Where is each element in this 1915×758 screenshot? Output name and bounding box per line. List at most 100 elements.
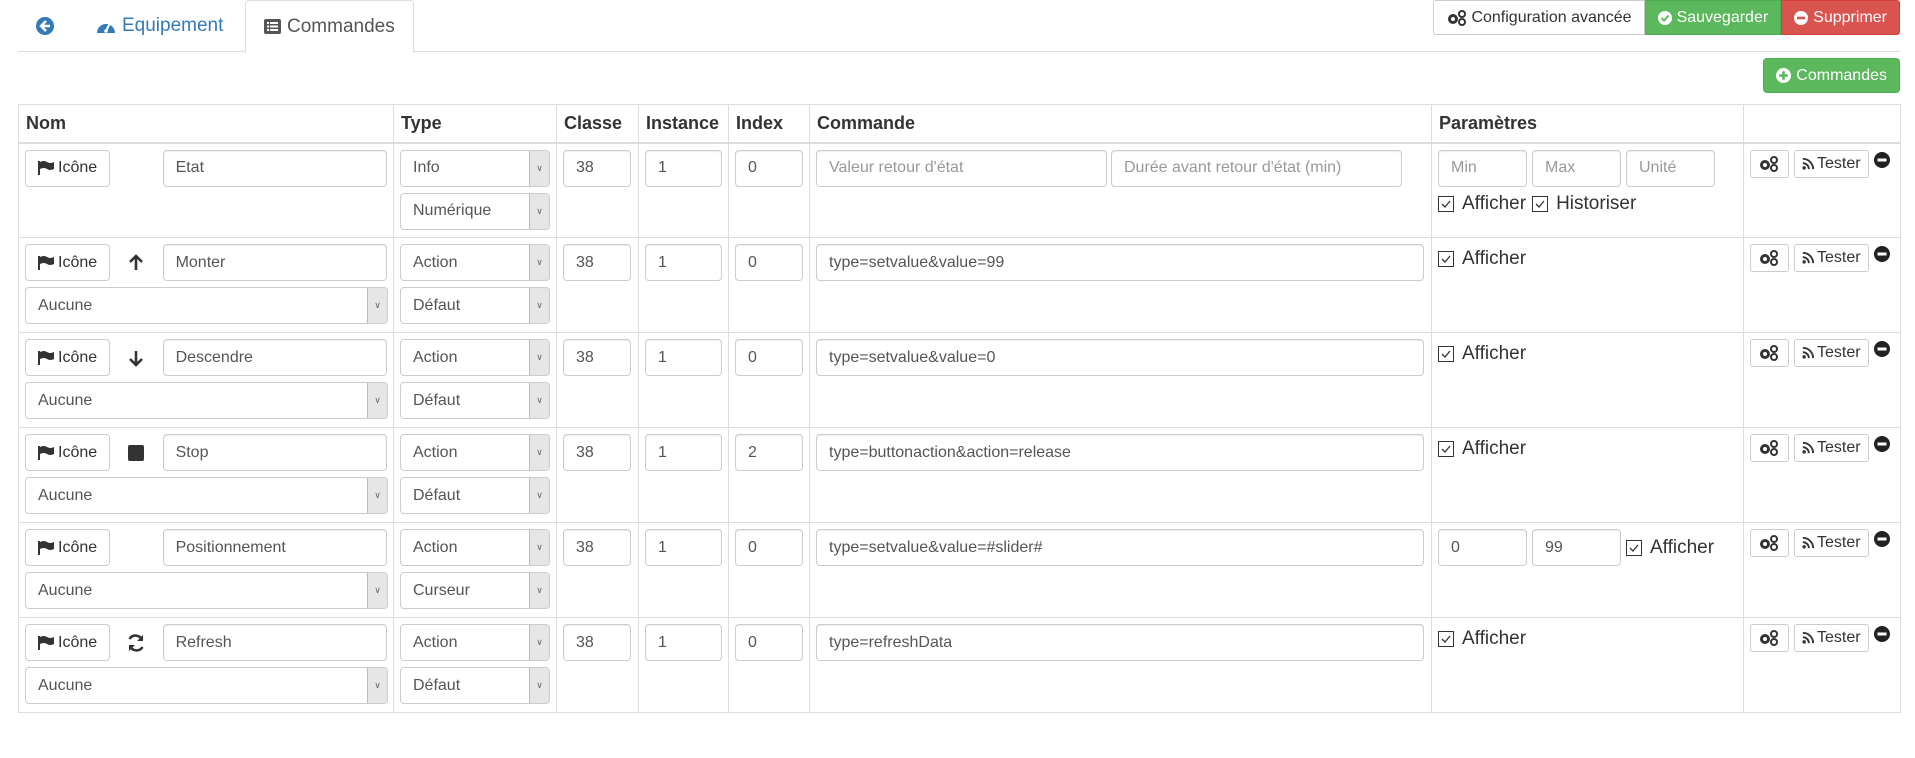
index-input[interactable]: 0 [735, 339, 803, 376]
type-select[interactable]: Action ∨ [400, 339, 550, 376]
advanced-config-button[interactable]: Configuration avancée [1433, 0, 1645, 35]
command-name-input[interactable]: Refresh [162, 624, 387, 661]
checkbox-checked-icon[interactable] [1438, 251, 1454, 267]
subtype-select[interactable]: Défaut ∨ [400, 667, 550, 704]
afficher-checkbox[interactable]: Afficher [1438, 343, 1526, 365]
command-name-input[interactable]: Stop [162, 434, 387, 471]
subtype-select[interactable]: Défaut ∨ [400, 287, 550, 324]
choose-icon-button[interactable]: Icône [25, 529, 111, 566]
value-link-select[interactable]: Aucune ∨ [25, 287, 388, 324]
advanced-config-row-button[interactable] [1750, 339, 1789, 367]
instance-input[interactable]: 1 [645, 434, 722, 471]
command-name-input[interactable]: Positionnement [162, 529, 387, 566]
slider-min-input[interactable]: 0 [1438, 529, 1527, 566]
return-value-input[interactable]: Valeur retour d'état [816, 149, 1107, 187]
afficher-checkbox[interactable]: Afficher [1438, 248, 1526, 270]
checkbox-checked-icon[interactable] [1438, 195, 1454, 212]
add-command-button[interactable]: Commandes [1763, 58, 1900, 93]
classe-input[interactable]: 38 [563, 624, 631, 661]
index-input[interactable]: 0 [735, 244, 803, 281]
afficher-checkbox[interactable]: Afficher [1438, 628, 1526, 650]
min-input[interactable]: Min [1438, 149, 1527, 187]
classe-input[interactable]: 38 [563, 149, 631, 187]
classe-input[interactable]: 38 [563, 434, 631, 471]
advanced-config-row-button[interactable] [1750, 624, 1789, 652]
instance-input[interactable]: 1 [645, 624, 722, 661]
choose-icon-button[interactable]: Icône [25, 244, 111, 281]
test-label: Tester [1817, 534, 1861, 551]
checkbox-checked-icon[interactable] [1532, 195, 1549, 212]
index-input[interactable]: 0 [735, 149, 803, 187]
value-link-select[interactable]: Aucune ∨ [25, 477, 388, 514]
historiser-checkbox[interactable]: Historiser [1532, 193, 1636, 215]
command-input[interactable]: type=setvalue&value=#slider# [816, 529, 1424, 566]
return-duration-input[interactable]: Durée avant retour d'état (min) [1111, 149, 1402, 187]
afficher-checkbox[interactable]: Afficher [1438, 438, 1526, 460]
delete-button[interactable]: Supprimer [1781, 0, 1900, 35]
save-button[interactable]: Sauvegarder [1644, 0, 1782, 35]
afficher-checkbox[interactable]: Afficher [1438, 193, 1526, 215]
type-select[interactable]: Action ∨ [400, 244, 550, 281]
instance-input[interactable]: 1 [645, 149, 722, 187]
choose-icon-button[interactable]: Icône [25, 339, 111, 376]
classe-input[interactable]: 38 [563, 529, 631, 566]
remove-command-icon[interactable] [1874, 436, 1890, 452]
index-input[interactable]: 0 [735, 529, 803, 566]
classe-input[interactable]: 38 [563, 339, 631, 376]
type-select[interactable]: Action ∨ [400, 434, 550, 471]
choose-icon-button[interactable]: Icône [25, 624, 111, 661]
remove-command-icon[interactable] [1874, 341, 1890, 357]
instance-input[interactable]: 1 [645, 339, 722, 376]
subtype-select[interactable]: Défaut ∨ [400, 477, 550, 514]
test-button[interactable]: Tester [1794, 244, 1869, 272]
remove-command-icon[interactable] [1874, 626, 1890, 642]
index-input[interactable]: 0 [735, 624, 803, 661]
type-select[interactable]: Action ∨ [400, 624, 550, 661]
remove-command-icon[interactable] [1874, 246, 1890, 262]
remove-command-icon[interactable] [1874, 152, 1890, 168]
value-link-select[interactable]: Aucune ∨ [25, 667, 388, 704]
tab-commandes[interactable]: Commandes [245, 0, 414, 53]
type-select[interactable]: Info ∨ [400, 149, 550, 187]
chevron-down-icon: ∨ [367, 288, 387, 323]
command-input[interactable]: type=setvalue&value=99 [816, 244, 1424, 281]
subtype-select[interactable]: Défaut ∨ [400, 382, 550, 419]
choose-icon-button[interactable]: Icône [25, 434, 111, 471]
value-link-select[interactable]: Aucune ∨ [25, 382, 388, 419]
checkbox-checked-icon[interactable] [1626, 539, 1642, 556]
remove-command-icon[interactable] [1874, 531, 1890, 547]
checkbox-checked-icon[interactable] [1438, 346, 1454, 362]
command-name-input[interactable]: Etat [162, 149, 387, 187]
max-input[interactable]: Max [1532, 149, 1621, 187]
checkbox-checked-icon[interactable] [1438, 441, 1454, 457]
back-tab[interactable] [18, 0, 78, 52]
command-name-input[interactable]: Descendre [162, 339, 387, 376]
test-button[interactable]: Tester [1794, 529, 1869, 557]
index-input[interactable]: 2 [735, 434, 803, 471]
subtype-select[interactable]: Numérique ∨ [400, 192, 550, 230]
advanced-config-row-button[interactable] [1750, 529, 1789, 557]
command-input[interactable]: type=setvalue&value=0 [816, 339, 1424, 376]
choose-icon-button[interactable]: Icône [25, 149, 111, 187]
command-input[interactable]: type=buttonaction&action=release [816, 434, 1424, 471]
advanced-config-row-button[interactable] [1750, 244, 1789, 272]
subtype-select[interactable]: Curseur ∨ [400, 572, 550, 609]
checkbox-checked-icon[interactable] [1438, 631, 1454, 647]
afficher-checkbox[interactable]: Afficher [1626, 537, 1714, 559]
test-button[interactable]: Tester [1794, 339, 1869, 367]
command-name-input[interactable]: Monter [162, 244, 387, 281]
command-input[interactable]: type=refreshData [816, 624, 1424, 661]
tab-equipement[interactable]: Equipement [78, 0, 241, 52]
value-link-select[interactable]: Aucune ∨ [25, 572, 388, 609]
advanced-config-row-button[interactable] [1750, 149, 1789, 178]
unit-input[interactable]: Unité [1626, 149, 1715, 187]
instance-input[interactable]: 1 [645, 244, 722, 281]
test-button[interactable]: Tester [1794, 149, 1869, 178]
instance-input[interactable]: 1 [645, 529, 722, 566]
slider-max-input[interactable]: 99 [1532, 529, 1621, 566]
type-select[interactable]: Action ∨ [400, 529, 550, 566]
classe-input[interactable]: 38 [563, 244, 631, 281]
test-button[interactable]: Tester [1794, 434, 1869, 462]
test-button[interactable]: Tester [1794, 624, 1869, 652]
advanced-config-row-button[interactable] [1750, 434, 1789, 462]
